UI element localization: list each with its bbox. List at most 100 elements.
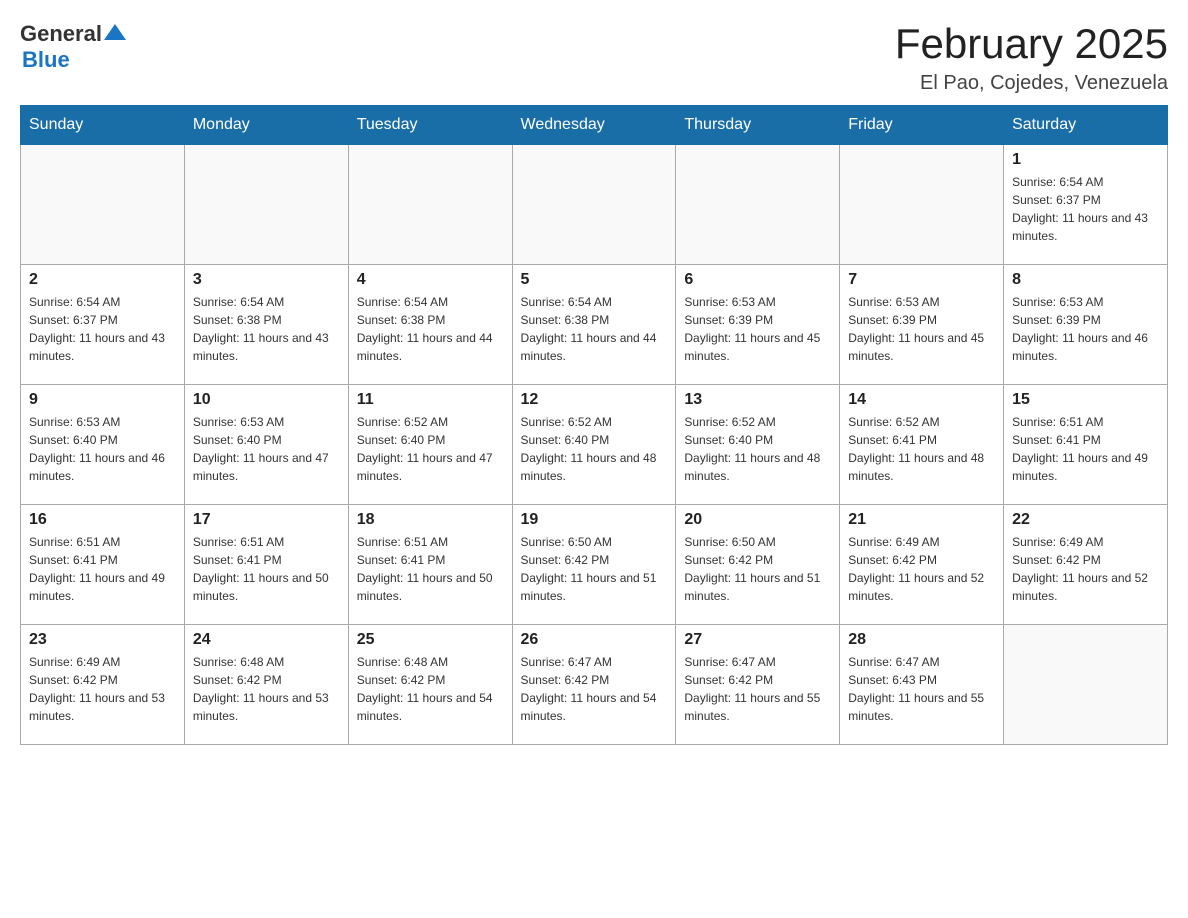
day-number: 21 xyxy=(848,511,995,529)
calendar-cell xyxy=(1004,625,1168,745)
calendar-cell xyxy=(184,145,348,265)
day-info: Sunrise: 6:51 AMSunset: 6:41 PMDaylight:… xyxy=(29,533,176,605)
day-info: Sunrise: 6:53 AMSunset: 6:39 PMDaylight:… xyxy=(848,293,995,365)
calendar-week-5: 23 Sunrise: 6:49 AMSunset: 6:42 PMDayligh… xyxy=(21,625,1168,745)
day-info: Sunrise: 6:54 AMSunset: 6:38 PMDaylight:… xyxy=(521,293,668,365)
day-number: 27 xyxy=(684,631,831,649)
day-number: 1 xyxy=(1012,151,1159,169)
col-sunday: Sunday xyxy=(21,106,185,145)
calendar-title: February 2025 xyxy=(895,20,1168,68)
day-number: 3 xyxy=(193,271,340,289)
col-saturday: Saturday xyxy=(1004,106,1168,145)
calendar-cell: 11 Sunrise: 6:52 AMSunset: 6:40 PMDayligh… xyxy=(348,385,512,505)
col-friday: Friday xyxy=(840,106,1004,145)
day-number: 23 xyxy=(29,631,176,649)
col-thursday: Thursday xyxy=(676,106,840,145)
calendar-cell: 3 Sunrise: 6:54 AMSunset: 6:38 PMDaylight… xyxy=(184,265,348,385)
col-monday: Monday xyxy=(184,106,348,145)
day-info: Sunrise: 6:49 AMSunset: 6:42 PMDaylight:… xyxy=(29,653,176,725)
day-number: 25 xyxy=(357,631,504,649)
day-number: 16 xyxy=(29,511,176,529)
day-number: 24 xyxy=(193,631,340,649)
page-header: General Blue February 2025 El Pao, Cojed… xyxy=(20,20,1168,95)
calendar-cell: 10 Sunrise: 6:53 AMSunset: 6:40 PMDayligh… xyxy=(184,385,348,505)
calendar-cell: 7 Sunrise: 6:53 AMSunset: 6:39 PMDaylight… xyxy=(840,265,1004,385)
calendar-week-1: 1 Sunrise: 6:54 AMSunset: 6:37 PMDaylight… xyxy=(21,145,1168,265)
calendar-cell: 28 Sunrise: 6:47 AMSunset: 6:43 PMDayligh… xyxy=(840,625,1004,745)
calendar-cell: 6 Sunrise: 6:53 AMSunset: 6:39 PMDaylight… xyxy=(676,265,840,385)
day-info: Sunrise: 6:54 AMSunset: 6:37 PMDaylight:… xyxy=(29,293,176,365)
calendar-cell: 24 Sunrise: 6:48 AMSunset: 6:42 PMDayligh… xyxy=(184,625,348,745)
col-tuesday: Tuesday xyxy=(348,106,512,145)
calendar-week-2: 2 Sunrise: 6:54 AMSunset: 6:37 PMDaylight… xyxy=(21,265,1168,385)
logo-blue-text: Blue xyxy=(22,47,70,72)
day-info: Sunrise: 6:52 AMSunset: 6:41 PMDaylight:… xyxy=(848,413,995,485)
calendar-cell: 26Sunrise: 6:47 AMSunset: 6:42 PMDayligh… xyxy=(512,625,676,745)
calendar-cell: 16 Sunrise: 6:51 AMSunset: 6:41 PMDayligh… xyxy=(21,505,185,625)
day-info: Sunrise: 6:52 AMSunset: 6:40 PMDaylight:… xyxy=(521,413,668,485)
col-wednesday: Wednesday xyxy=(512,106,676,145)
day-info: Sunrise: 6:53 AMSunset: 6:39 PMDaylight:… xyxy=(684,293,831,365)
day-number: 12 xyxy=(521,391,668,409)
calendar-cell xyxy=(21,145,185,265)
day-number: 26 xyxy=(521,631,668,649)
day-info: Sunrise: 6:47 AMSunset: 6:42 PMDaylight:… xyxy=(684,653,831,725)
calendar-cell: 15 Sunrise: 6:51 AMSunset: 6:41 PMDayligh… xyxy=(1004,385,1168,505)
day-number: 18 xyxy=(357,511,504,529)
calendar-subtitle: El Pao, Cojedes, Venezuela xyxy=(895,72,1168,95)
day-info: Sunrise: 6:48 AMSunset: 6:42 PMDaylight:… xyxy=(193,653,340,725)
calendar-week-3: 9 Sunrise: 6:53 AMSunset: 6:40 PMDaylight… xyxy=(21,385,1168,505)
calendar-header-row: Sunday Monday Tuesday Wednesday Thursday… xyxy=(21,106,1168,145)
day-info: Sunrise: 6:49 AMSunset: 6:42 PMDaylight:… xyxy=(848,533,995,605)
calendar-cell xyxy=(676,145,840,265)
calendar-cell: 13 Sunrise: 6:52 AMSunset: 6:40 PMDayligh… xyxy=(676,385,840,505)
logo: General Blue xyxy=(20,20,126,73)
day-info: Sunrise: 6:52 AMSunset: 6:40 PMDaylight:… xyxy=(357,413,504,485)
calendar-cell: 21 Sunrise: 6:49 AMSunset: 6:42 PMDayligh… xyxy=(840,505,1004,625)
day-number: 6 xyxy=(684,271,831,289)
calendar-cell: 18 Sunrise: 6:51 AMSunset: 6:41 PMDayligh… xyxy=(348,505,512,625)
title-section: February 2025 El Pao, Cojedes, Venezuela xyxy=(895,20,1168,95)
day-info: Sunrise: 6:53 AMSunset: 6:39 PMDaylight:… xyxy=(1012,293,1159,365)
day-info: Sunrise: 6:51 AMSunset: 6:41 PMDaylight:… xyxy=(193,533,340,605)
day-number: 9 xyxy=(29,391,176,409)
day-info: Sunrise: 6:49 AMSunset: 6:42 PMDaylight:… xyxy=(1012,533,1159,605)
day-info: Sunrise: 6:50 AMSunset: 6:42 PMDaylight:… xyxy=(521,533,668,605)
day-number: 5 xyxy=(521,271,668,289)
day-number: 20 xyxy=(684,511,831,529)
day-info: Sunrise: 6:47 AMSunset: 6:43 PMDaylight:… xyxy=(848,653,995,725)
logo-general-text: General xyxy=(20,21,102,47)
calendar-cell: 23 Sunrise: 6:49 AMSunset: 6:42 PMDayligh… xyxy=(21,625,185,745)
day-number: 19 xyxy=(521,511,668,529)
day-info: Sunrise: 6:53 AMSunset: 6:40 PMDaylight:… xyxy=(29,413,176,485)
day-info: Sunrise: 6:54 AMSunset: 6:37 PMDaylight:… xyxy=(1012,173,1159,245)
day-info: Sunrise: 6:54 AMSunset: 6:38 PMDaylight:… xyxy=(357,293,504,365)
day-number: 15 xyxy=(1012,391,1159,409)
calendar-cell: 9 Sunrise: 6:53 AMSunset: 6:40 PMDaylight… xyxy=(21,385,185,505)
calendar-cell: 4 Sunrise: 6:54 AMSunset: 6:38 PMDaylight… xyxy=(348,265,512,385)
day-number: 7 xyxy=(848,271,995,289)
day-info: Sunrise: 6:51 AMSunset: 6:41 PMDaylight:… xyxy=(1012,413,1159,485)
day-number: 8 xyxy=(1012,271,1159,289)
logo-triangle-icon xyxy=(104,22,126,42)
calendar-cell xyxy=(512,145,676,265)
calendar-cell: 22 Sunrise: 6:49 AMSunset: 6:42 PMDayligh… xyxy=(1004,505,1168,625)
day-number: 11 xyxy=(357,391,504,409)
calendar-cell: 8 Sunrise: 6:53 AMSunset: 6:39 PMDaylight… xyxy=(1004,265,1168,385)
day-number: 14 xyxy=(848,391,995,409)
day-number: 28 xyxy=(848,631,995,649)
day-number: 13 xyxy=(684,391,831,409)
day-number: 4 xyxy=(357,271,504,289)
day-info: Sunrise: 6:51 AMSunset: 6:41 PMDaylight:… xyxy=(357,533,504,605)
day-info: Sunrise: 6:52 AMSunset: 6:40 PMDaylight:… xyxy=(684,413,831,485)
calendar-cell xyxy=(840,145,1004,265)
day-number: 22 xyxy=(1012,511,1159,529)
day-number: 2 xyxy=(29,271,176,289)
day-info: Sunrise: 6:53 AMSunset: 6:40 PMDaylight:… xyxy=(193,413,340,485)
calendar-cell: 19 Sunrise: 6:50 AMSunset: 6:42 PMDayligh… xyxy=(512,505,676,625)
day-info: Sunrise: 6:54 AMSunset: 6:38 PMDaylight:… xyxy=(193,293,340,365)
calendar-cell: 2 Sunrise: 6:54 AMSunset: 6:37 PMDaylight… xyxy=(21,265,185,385)
calendar-cell: 27 Sunrise: 6:47 AMSunset: 6:42 PMDayligh… xyxy=(676,625,840,745)
day-number: 10 xyxy=(193,391,340,409)
calendar-cell: 20Sunrise: 6:50 AMSunset: 6:42 PMDayligh… xyxy=(676,505,840,625)
